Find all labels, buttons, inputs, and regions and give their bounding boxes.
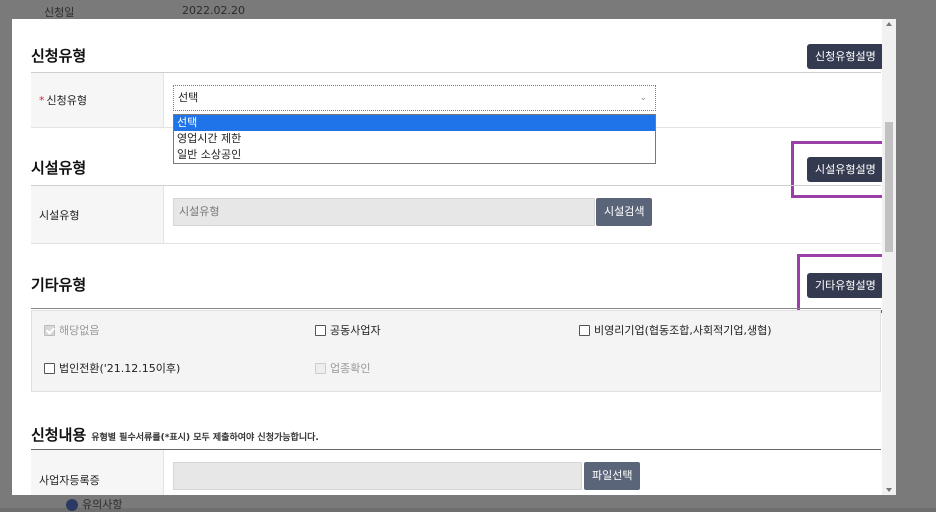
checkbox-label: 공동사업자 — [330, 324, 381, 337]
modal-scrollbar[interactable] — [882, 19, 896, 495]
checkbox-box — [44, 362, 55, 374]
dropdown-option[interactable]: 선택 — [174, 115, 655, 131]
required-mark: * — [39, 93, 45, 107]
checkbox-box — [315, 324, 326, 336]
checkbox-box — [579, 324, 590, 336]
highlight-box — [797, 254, 894, 313]
apply-type-help-button[interactable]: 신청유형설명 — [807, 44, 884, 69]
apply-content-subtitle: 유형별 필수서류를(*표시) 모두 제출하여야 신청가능합니다. — [91, 433, 319, 443]
business-registration-label-text: 사업자등록증 — [39, 474, 100, 487]
application-modal: 신청유형 신청유형설명 * 신청유형 선택 ⌄ 선택 영업시간 제한 일반 소상공… — [12, 19, 896, 495]
facility-type-label-text: 시설유형 — [39, 208, 80, 222]
other-type-checkbox-group: 해당없음 공동사업자 비영리기업(협동조합,사회적기업,생협) 법인전환('21… — [31, 310, 881, 392]
checkbox-label: 업종확인 — [330, 362, 371, 375]
info-icon — [66, 499, 78, 511]
scrollbar-thumb[interactable] — [885, 122, 893, 252]
business-registration-file-input[interactable] — [173, 462, 582, 490]
dropdown-option[interactable]: 영업시간 제한 — [174, 131, 655, 147]
facility-type-input[interactable]: 시설유형 — [173, 198, 595, 226]
chevron-down-icon: ⌄ — [639, 93, 647, 103]
apply-type-label-text: 신청유형 — [46, 94, 87, 107]
checkbox-label: 비영리기업(협동조합,사회적기업,생협) — [594, 324, 772, 337]
checkbox-label: 해당없음 — [59, 324, 100, 337]
backdrop-date-label: 신청일 — [44, 6, 75, 19]
other-type-title: 기타유형 — [31, 276, 87, 294]
apply-type-dropdown: 선택 영업시간 제한 일반 소상공인 — [173, 114, 656, 164]
backdrop-date-value: 2022.02.20 — [182, 4, 245, 17]
dropdown-option[interactable]: 일반 소상공인 — [174, 147, 655, 163]
backdrop-notice: 유의사항 — [66, 496, 122, 512]
checkbox-nonprofit[interactable]: 비영리기업(협동조합,사회적기업,생협) — [579, 322, 772, 338]
apply-type-select-value: 선택 — [178, 91, 199, 104]
apply-type-label: * 신청유형 — [31, 73, 164, 127]
facility-type-label: 시설유형 — [31, 186, 164, 243]
apply-content-heading: 신청내용 유형별 필수서류를(*표시) 모두 제출하여야 신청가능합니다. — [31, 424, 319, 445]
backdrop-notice-text: 유의사항 — [82, 498, 123, 511]
apply-content-title: 신청내용 — [31, 426, 87, 444]
checkbox-joint-business[interactable]: 공동사업자 — [315, 322, 381, 338]
checkbox-business-check[interactable]: 업종확인 — [315, 360, 370, 376]
checkbox-label: 법인전환('21.12.15이후) — [59, 362, 181, 375]
business-registration-label: 사업자등록증 — [31, 450, 164, 495]
divider — [31, 308, 881, 309]
scroll-up-icon[interactable] — [886, 22, 892, 26]
facility-search-button[interactable]: 시설검색 — [596, 198, 653, 226]
apply-type-title: 신청유형 — [31, 47, 87, 65]
facility-type-title: 시설유형 — [31, 159, 87, 177]
file-select-button[interactable]: 파일선택 — [584, 462, 641, 490]
scroll-down-icon[interactable] — [886, 488, 892, 492]
checkbox-box — [315, 362, 326, 374]
checkbox-none[interactable]: 해당없음 — [44, 322, 99, 338]
apply-type-select[interactable]: 선택 ⌄ — [173, 85, 656, 111]
checkbox-corporate-conversion[interactable]: 법인전환('21.12.15이후) — [44, 360, 180, 376]
checkbox-box — [44, 324, 55, 336]
backdrop-date-row: 신청일 2022.02.20 — [30, 0, 898, 20]
